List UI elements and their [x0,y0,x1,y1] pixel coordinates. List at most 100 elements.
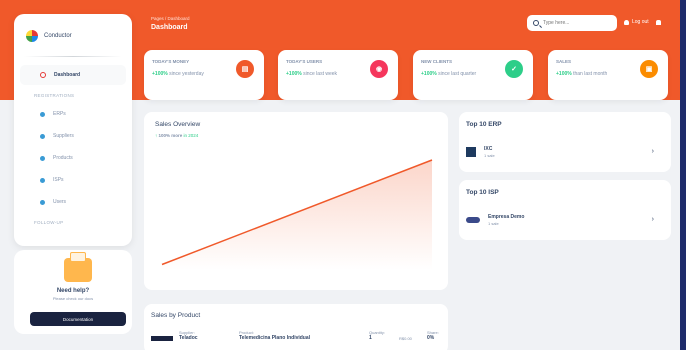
logout-label: Log out [632,19,649,25]
sidebar: Conductor Dashboard REGISTRATIONS ERPs S… [14,14,132,246]
dashboard-page: Conductor Dashboard REGISTRATIONS ERPs S… [0,0,680,350]
erps-icon [40,111,45,117]
suppliers-icon [40,133,45,139]
chart-area [162,160,432,270]
sidebar-item-suppliers[interactable]: Suppliers [20,126,126,146]
sidebar-item-label: Dashboard [54,72,81,78]
teladoc-logo-icon [151,336,173,341]
overview-title: Sales Overview [155,121,201,128]
list-item[interactable]: IXC 1 sale › [466,142,664,162]
users-icon [40,199,45,205]
sidebar-item-isps[interactable]: ISPs [20,170,126,190]
supplier-value: Teladoc [179,335,198,341]
sidebar-item-dashboard[interactable]: Dashboard [20,65,126,85]
brand[interactable]: Conductor [14,14,132,48]
cart-icon: ▣ [640,60,658,78]
arrow-up-icon: ↑ [155,133,158,138]
stat-desc-text: than last month [573,71,608,77]
documentation-button[interactable]: Documentation [30,312,126,326]
item-text: IXC 1 sale [484,146,495,159]
sidebar-item-label: Suppliers [53,133,74,139]
product-cell: Product: Telemedicina Plano Individual [239,330,310,341]
stat-description: +100% since yesterday [152,71,232,79]
item-text: Empresa Demo 1 sale [488,214,524,227]
stat-pct: +100% [421,71,437,77]
stat-card-users: Today's Users +100% since last week ◉ [278,50,398,100]
stat-description: +100% since last week [286,71,366,79]
chevron-right-icon[interactable]: › [652,148,654,155]
divider [24,56,122,57]
sidebar-item-users[interactable]: Users [20,192,126,212]
products-icon [40,155,45,161]
section-title-follow-up: FOLLOW-UP [34,220,64,225]
money-icon: ▤ [236,60,254,78]
sidebar-item-erps[interactable]: ERPs [20,104,126,124]
stat-desc-text: since last quarter [438,71,477,77]
help-title: Need help? [56,288,90,294]
search-box[interactable] [527,15,617,31]
top-isp-card: Top 10 ISP Empresa Demo 1 sale › [459,180,671,240]
search-input[interactable] [543,20,613,26]
products-title: Sales by Product [151,312,201,319]
overview-subtitle: ↑ 100% more in 2024 [155,133,198,138]
stat-pct: +100% [152,71,168,77]
stat-card-clients: New Clients +100% since last quarter ✓ [413,50,533,100]
breadcrumb[interactable]: Pages / Dashboard [151,16,190,21]
item-name: Empresa Demo [488,213,525,220]
sidebar-item-label: Users [53,199,67,205]
item-name: IXC [484,145,493,152]
top-erp-title: Top 10 ERP [466,121,502,128]
stat-title: Sales [556,59,572,64]
overview-pct: 100% more [158,133,183,138]
isps-icon [40,177,45,183]
sidebar-item-label: Products [53,155,73,161]
help-card: Need help? Please check our docs Documen… [14,250,132,334]
price-cell: R$0.00 [399,336,412,341]
share-value: 0% [427,335,435,341]
stat-title: New Clients [421,59,452,64]
ixc-logo-icon [466,147,476,157]
table-row[interactable]: Supplier: Teladoc Product: Telemedicina Pl… [151,330,447,350]
sidebar-item-label: ERPs [53,111,66,117]
item-sub: 1 sale [484,152,495,158]
sales-chart [161,159,433,270]
help-illustration-icon [64,252,92,282]
stat-description: +100% than last month [556,71,636,79]
stat-desc-text: since last week [303,71,338,77]
users-icon: ◉ [370,60,388,78]
conductor-logo-icon [26,30,38,42]
sidebar-item-label: ISPs [53,177,64,183]
supplier-cell: Supplier: Teladoc [179,330,198,341]
sales-by-product-card: Sales by Product Supplier: Teladoc Produc… [144,304,448,350]
stat-description: +100% since last quarter [421,71,501,79]
empresa-logo-icon [466,217,480,223]
stat-pct: +100% [556,71,572,77]
chevron-right-icon[interactable]: › [652,216,654,223]
sales-overview-card: Sales Overview ↑ 100% more in 2024 [144,112,448,290]
window-edge [680,0,686,350]
stat-card-money: Today's Money +100% since yesterday ▤ [144,50,264,100]
list-item[interactable]: Empresa Demo 1 sale › [466,210,664,230]
overview-suffix: in 2024 [183,133,199,138]
sidebar-item-products[interactable]: Products [20,148,126,168]
user-icon [624,19,629,25]
clients-icon: ✓ [505,60,523,78]
quantity-value: 1 [369,335,372,341]
product-value: Telemedicina Plano Individual [239,335,311,341]
bell-icon[interactable] [655,19,661,25]
dashboard-icon [40,72,46,78]
logout-link[interactable]: Log out [624,19,661,25]
stat-pct: +100% [286,71,302,77]
help-subtitle: Please check our docs [52,296,94,301]
stat-title: Today's Users [286,59,323,64]
section-title-registrations: REGISTRATIONS [34,93,75,98]
share-cell: Share: 0% [427,330,439,341]
item-sub: 1 sale [488,220,499,226]
top-erp-card: Top 10 ERP IXC 1 sale › [459,112,671,172]
stat-desc-text: since yesterday [169,71,204,77]
search-icon [533,20,539,26]
quantity-cell: Quantity: 1 [369,330,385,341]
brand-name: Conductor [44,33,72,39]
stat-title: Today's Money [152,59,190,64]
page-title: Dashboard [151,24,188,31]
